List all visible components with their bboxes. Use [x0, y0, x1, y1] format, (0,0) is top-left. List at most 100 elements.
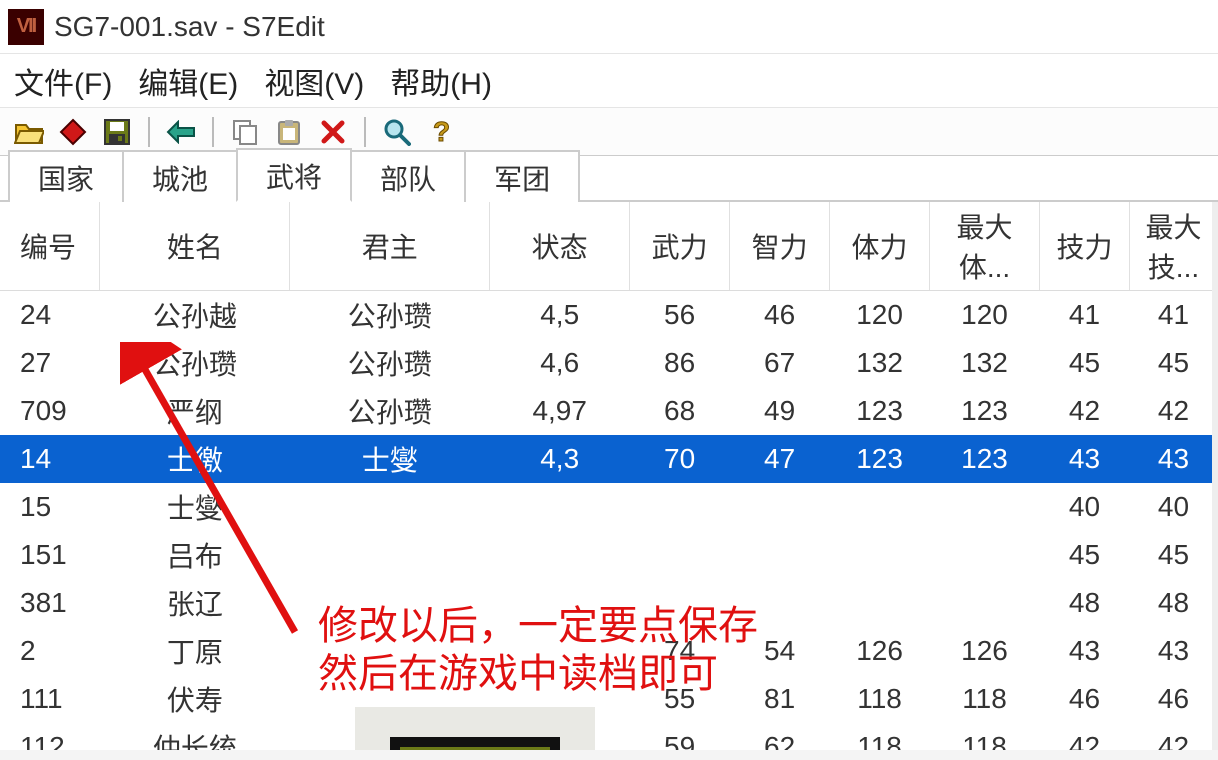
help-icon: ? — [429, 117, 453, 147]
cell-zhi: 46 — [730, 291, 830, 340]
cell-id: 27 — [0, 339, 100, 387]
help-button[interactable]: ? — [422, 115, 460, 149]
copy-icon — [231, 118, 259, 146]
cell-maxji: 45 — [1129, 339, 1217, 387]
cell-ti: 132 — [830, 339, 930, 387]
table-row[interactable]: 27公孙瓒公孙瓒4,686671321324545 — [0, 339, 1218, 387]
cell-state: 4,97 — [490, 387, 630, 435]
cell-state — [490, 531, 630, 579]
paste-button[interactable] — [270, 115, 308, 149]
tab-general[interactable]: 武将 — [236, 148, 352, 202]
cell-id: 111 — [0, 675, 100, 723]
cell-wu: 86 — [630, 339, 730, 387]
col-id[interactable]: 编号 — [0, 202, 100, 291]
table-row[interactable]: 15士燮4040 — [0, 483, 1218, 531]
cell-ji: 43 — [1039, 627, 1129, 675]
tab-troop[interactable]: 部队 — [350, 150, 466, 202]
table-row[interactable]: 14士徼士燮4,370471231234343 — [0, 435, 1218, 483]
table-row[interactable]: 709严纲公孙瓒4,9768491231234242 — [0, 387, 1218, 435]
col-zhi[interactable]: 智力 — [730, 202, 830, 291]
cell-lord — [290, 483, 490, 531]
cell-wu — [630, 579, 730, 627]
cell-ji: 43 — [1039, 435, 1129, 483]
menu-file[interactable]: 文件(F) — [14, 59, 112, 103]
cell-maxji: 48 — [1129, 579, 1217, 627]
tab-city[interactable]: 城池 — [122, 150, 238, 202]
cell-zhi — [730, 483, 830, 531]
col-name[interactable]: 姓名 — [100, 202, 290, 291]
cell-maxti — [930, 579, 1040, 627]
cell-lord: 士燮 — [290, 435, 490, 483]
toolbar-separator — [364, 117, 366, 147]
cell-maxji: 41 — [1129, 291, 1217, 340]
back-button[interactable] — [162, 115, 200, 149]
cell-ji: 48 — [1039, 579, 1129, 627]
table-row[interactable]: 381张辽 4848 — [0, 579, 1218, 627]
copy-button[interactable] — [226, 115, 264, 149]
menu-help[interactable]: 帮助(H) — [390, 59, 492, 103]
table-row[interactable]: 111伏寿55811181184646 — [0, 675, 1218, 723]
cell-ji: 42 — [1039, 387, 1129, 435]
menubar: 文件(F) 编辑(E) 视图(V) 帮助(H) — [0, 54, 1218, 108]
cell-name: 张辽 — [100, 579, 290, 627]
table-row[interactable]: 151吕布4545 — [0, 531, 1218, 579]
cell-maxti — [930, 483, 1040, 531]
cell-id: 709 — [0, 387, 100, 435]
menu-edit[interactable]: 编辑(E) — [138, 59, 238, 103]
cell-ti: 123 — [830, 435, 930, 483]
col-wu[interactable]: 武力 — [630, 202, 730, 291]
cell-ji: 45 — [1039, 339, 1129, 387]
col-lord[interactable]: 君主 — [290, 202, 490, 291]
cell-name: 士燮 — [100, 483, 290, 531]
diamond-button[interactable] — [54, 115, 92, 149]
col-maxji[interactable]: 最大技... — [1129, 202, 1217, 291]
cell-ti: 123 — [830, 387, 930, 435]
cell-ti — [830, 579, 930, 627]
horizontal-scrollbar[interactable] — [0, 750, 1218, 760]
cell-id: 381 — [0, 579, 100, 627]
cell-ji: 46 — [1039, 675, 1129, 723]
delete-button[interactable] — [314, 115, 352, 149]
cell-state — [490, 675, 630, 723]
cell-name: 公孙越 — [100, 291, 290, 340]
cell-id: 15 — [0, 483, 100, 531]
table-row[interactable]: 24公孙越公孙瓒4,556461201204141 — [0, 291, 1218, 340]
toolbar-separator — [212, 117, 214, 147]
cell-zhi: 54 — [730, 627, 830, 675]
cell-wu: 70 — [630, 435, 730, 483]
open-button[interactable] — [10, 115, 48, 149]
cell-maxji: 40 — [1129, 483, 1217, 531]
cell-name: 伏寿 — [100, 675, 290, 723]
tab-country[interactable]: 国家 — [8, 150, 124, 202]
app-icon: VII — [8, 9, 44, 45]
menu-view[interactable]: 视图(V) — [264, 59, 364, 103]
save-button[interactable] — [98, 115, 136, 149]
table-row[interactable]: 2丁原74541261264343 — [0, 627, 1218, 675]
table-area: 编号 姓名 君主 状态 武力 智力 体力 最大体... 技力 最大技... 24… — [0, 202, 1218, 760]
cell-id: 2 — [0, 627, 100, 675]
table-header-row: 编号 姓名 君主 状态 武力 智力 体力 最大体... 技力 最大技... — [0, 202, 1218, 291]
vertical-scrollbar[interactable] — [1212, 202, 1218, 760]
cell-wu — [630, 483, 730, 531]
cell-state — [490, 483, 630, 531]
cell-lord: 公孙瓒 — [290, 291, 490, 340]
col-ti[interactable]: 体力 — [830, 202, 930, 291]
cell-lord — [290, 531, 490, 579]
cell-name: 严纲 — [100, 387, 290, 435]
tab-corps[interactable]: 军团 — [464, 150, 580, 202]
data-table[interactable]: 编号 姓名 君主 状态 武力 智力 体力 最大体... 技力 最大技... 24… — [0, 202, 1218, 760]
cell-wu: 56 — [630, 291, 730, 340]
cell-lord — [290, 579, 490, 627]
paste-icon — [275, 118, 303, 146]
col-maxti[interactable]: 最大体... — [930, 202, 1040, 291]
toolbar-separator — [148, 117, 150, 147]
col-state[interactable]: 状态 — [490, 202, 630, 291]
search-button[interactable] — [378, 115, 416, 149]
cell-id: 14 — [0, 435, 100, 483]
cell-wu: 68 — [630, 387, 730, 435]
cell-name: 公孙瓒 — [100, 339, 290, 387]
toolbar: ? — [0, 108, 1218, 156]
cell-maxti: 123 — [930, 387, 1040, 435]
cell-state — [490, 627, 630, 675]
col-ji[interactable]: 技力 — [1039, 202, 1129, 291]
